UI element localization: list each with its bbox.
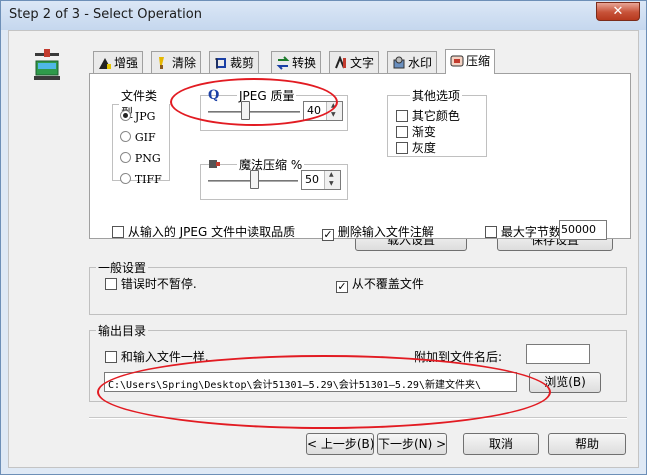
radio-button[interactable]: [120, 173, 131, 184]
checkbox-grayscale[interactable]: 灰度: [396, 139, 436, 156]
checkbox[interactable]: ✓: [322, 229, 334, 241]
magic-compress-slider[interactable]: [250, 170, 259, 189]
checkbox[interactable]: ✓: [336, 281, 348, 293]
radio-label: GIF: [134, 131, 156, 144]
next-button[interactable]: 下一步(N) >: [377, 433, 447, 455]
checkbox[interactable]: [396, 142, 408, 154]
general-settings-legend: 一般设置: [98, 261, 147, 275]
tab-label: 水印: [408, 56, 433, 70]
brush-icon: [159, 57, 164, 69]
max-bytes-input[interactable]: 50000: [559, 220, 607, 240]
checkbox-gradient[interactable]: 渐变: [396, 123, 436, 140]
tab-label: 压缩: [466, 54, 491, 68]
radio-tiff[interactable]: TIFF: [120, 172, 162, 186]
checkbox[interactable]: [112, 226, 124, 238]
checkbox-read-jpeg-quality[interactable]: 从输入的 JPEG 文件中读取品质: [112, 223, 295, 240]
cancel-button[interactable]: 取消: [463, 433, 539, 455]
dialog-body: 增强 清除 裁剪 转换 文字 水印 压缩 文件类型 JPG: [8, 30, 639, 468]
checkbox[interactable]: [396, 126, 408, 138]
tab-label: 文字: [350, 56, 375, 70]
back-button[interactable]: < 上一步(B): [306, 433, 374, 455]
tab-compress[interactable]: 压缩: [445, 49, 496, 74]
tab-text[interactable]: 文字: [329, 51, 380, 73]
checkbox-label: 最大字节数: [500, 225, 561, 239]
app-icon: [34, 49, 60, 80]
radio-label: TIFF: [134, 173, 162, 186]
radio-label: JPG: [134, 110, 156, 123]
tab-label: 转换: [292, 56, 317, 70]
spinner-arrows[interactable]: [326, 102, 342, 120]
checkbox-label: 渐变: [411, 125, 436, 139]
radio-label: PNG: [134, 152, 161, 165]
magic-compress-spinner[interactable]: 50: [301, 170, 341, 190]
checkbox[interactable]: [105, 351, 117, 363]
checkbox-no-pause[interactable]: 错误时不暂停.: [105, 275, 197, 292]
window-title: Step 2 of 3 - Select Operation: [9, 7, 202, 22]
radio-button[interactable]: [120, 110, 131, 121]
checkbox-remove-comments[interactable]: ✓ 删除输入文件注解: [322, 223, 434, 241]
tab-watermark[interactable]: 水印: [387, 51, 438, 73]
checkbox-label: 从不覆盖文件: [351, 277, 424, 291]
tab-label: 裁剪: [230, 56, 255, 70]
radio-jpg[interactable]: JPG: [120, 109, 155, 123]
jpeg-quality-value: 40: [307, 104, 321, 117]
jpeg-quality-spinner[interactable]: 40: [303, 101, 343, 121]
checkbox-same-as-input[interactable]: 和输入文件一样.: [105, 348, 209, 365]
checkbox-max-bytes[interactable]: 最大字节数: [485, 223, 561, 240]
checkbox[interactable]: [105, 278, 117, 290]
checkbox-label: 从输入的 JPEG 文件中读取品质: [127, 225, 296, 239]
tab-crop[interactable]: 裁剪: [209, 51, 260, 73]
compress-icon: [450, 55, 464, 67]
checkbox-label: 错误时不暂停.: [120, 277, 197, 291]
magic-compress-icon: [209, 160, 220, 168]
magic-compress-legend: 魔法压缩 %: [239, 158, 303, 172]
checkbox-label: 其它颜色: [411, 109, 460, 123]
tab-label: 清除: [172, 56, 197, 70]
tab-convert[interactable]: 转换: [271, 51, 322, 73]
magic-compress-value: 50: [305, 173, 319, 186]
checkbox[interactable]: [396, 110, 408, 122]
checkbox-label: 删除输入文件注解: [337, 225, 434, 239]
checkbox[interactable]: [485, 226, 497, 238]
tab-enhance[interactable]: 增强: [93, 51, 144, 73]
footer-divider: [89, 417, 627, 419]
quality-icon: Q: [208, 88, 220, 103]
checkbox-label: 灰度: [411, 141, 436, 155]
close-button[interactable]: ✕: [596, 2, 640, 21]
tab-clear[interactable]: 清除: [151, 51, 202, 73]
checkbox-label: 和输入文件一样.: [120, 350, 209, 364]
crop-icon: [215, 58, 226, 69]
title-bar[interactable]: Step 2 of 3 - Select Operation ✕: [1, 1, 646, 30]
help-button[interactable]: 帮助: [548, 433, 626, 455]
jpeg-quality-slider[interactable]: [241, 101, 250, 120]
tab-label: 增强: [114, 56, 139, 70]
enhance-icon: [99, 58, 111, 69]
dialog-window: Step 2 of 3 - Select Operation ✕ 增强 清除 裁…: [0, 0, 647, 475]
compress-panel: 文件类型 JPG GIF PNG TIFF JPEG 质量 Q: [89, 73, 631, 241]
append-filename-input[interactable]: [526, 344, 590, 364]
checkbox-other-colors[interactable]: 其它颜色: [396, 107, 460, 124]
output-directory-legend: 输出目录: [98, 324, 147, 338]
append-filename-label: 附加到文件名后:: [414, 350, 503, 364]
output-path-input[interactable]: C:\Users\Spring\Desktop\会计51301—5.29\会计5…: [104, 372, 517, 392]
watermark-icon: [393, 56, 405, 69]
radio-gif[interactable]: GIF: [120, 130, 156, 144]
radio-png[interactable]: PNG: [120, 151, 161, 165]
radio-button[interactable]: [120, 131, 131, 142]
convert-icon: [276, 56, 290, 70]
text-icon: [335, 56, 346, 69]
checkbox-no-overwrite[interactable]: ✓ 从不覆盖文件: [336, 275, 424, 293]
browse-button[interactable]: 浏览(B): [529, 372, 601, 393]
radio-button[interactable]: [120, 152, 131, 163]
spinner-arrows[interactable]: [324, 171, 340, 189]
other-options-legend: 其他选项: [412, 89, 461, 103]
jpeg-quality-track: [208, 111, 300, 113]
